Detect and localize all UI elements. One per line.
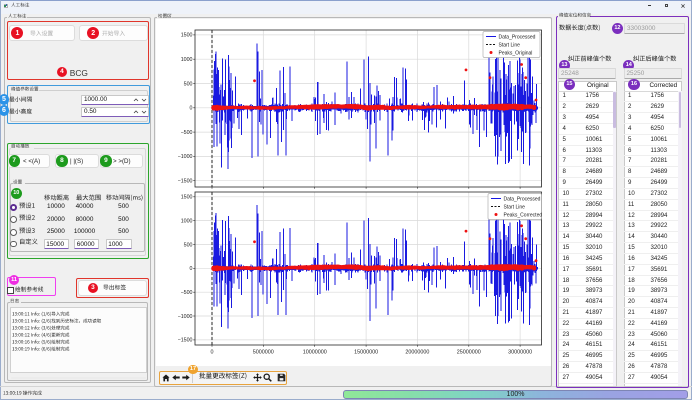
svg-text:−500: −500 bbox=[181, 290, 193, 296]
svg-text:Start Line: Start Line bbox=[504, 205, 526, 211]
svg-text:−500: −500 bbox=[181, 130, 193, 136]
svg-text:Data_Processed: Data_Processed bbox=[499, 35, 536, 41]
svg-text:Peaks_Corrected: Peaks_Corrected bbox=[504, 213, 543, 219]
svg-text:30000000: 30000000 bbox=[508, 349, 532, 355]
svg-text:1000: 1000 bbox=[181, 218, 193, 224]
svg-text:5000000: 5000000 bbox=[253, 349, 274, 355]
svg-text:−1000: −1000 bbox=[178, 314, 193, 320]
svg-text:500: 500 bbox=[184, 81, 193, 87]
svg-text:−1500: −1500 bbox=[178, 338, 193, 344]
svg-text:1500: 1500 bbox=[181, 195, 193, 201]
svg-text:Start Line: Start Line bbox=[499, 43, 521, 49]
svg-text:1500: 1500 bbox=[181, 33, 193, 39]
svg-text:1000: 1000 bbox=[181, 57, 193, 63]
svg-text:15000000: 15000000 bbox=[354, 349, 378, 355]
svg-text:0: 0 bbox=[190, 266, 193, 272]
svg-text:−1000: −1000 bbox=[178, 154, 193, 160]
svg-text:Peaks_Original: Peaks_Original bbox=[499, 51, 533, 57]
svg-text:−1500: −1500 bbox=[178, 179, 193, 185]
svg-text:25000000: 25000000 bbox=[457, 349, 481, 355]
svg-text:Data_Processed: Data_Processed bbox=[504, 197, 541, 203]
svg-text:500: 500 bbox=[184, 242, 193, 248]
svg-text:0: 0 bbox=[190, 106, 193, 112]
svg-text:0: 0 bbox=[211, 349, 214, 355]
svg-text:20000000: 20000000 bbox=[405, 349, 429, 355]
svg-text:10000000: 10000000 bbox=[303, 349, 327, 355]
